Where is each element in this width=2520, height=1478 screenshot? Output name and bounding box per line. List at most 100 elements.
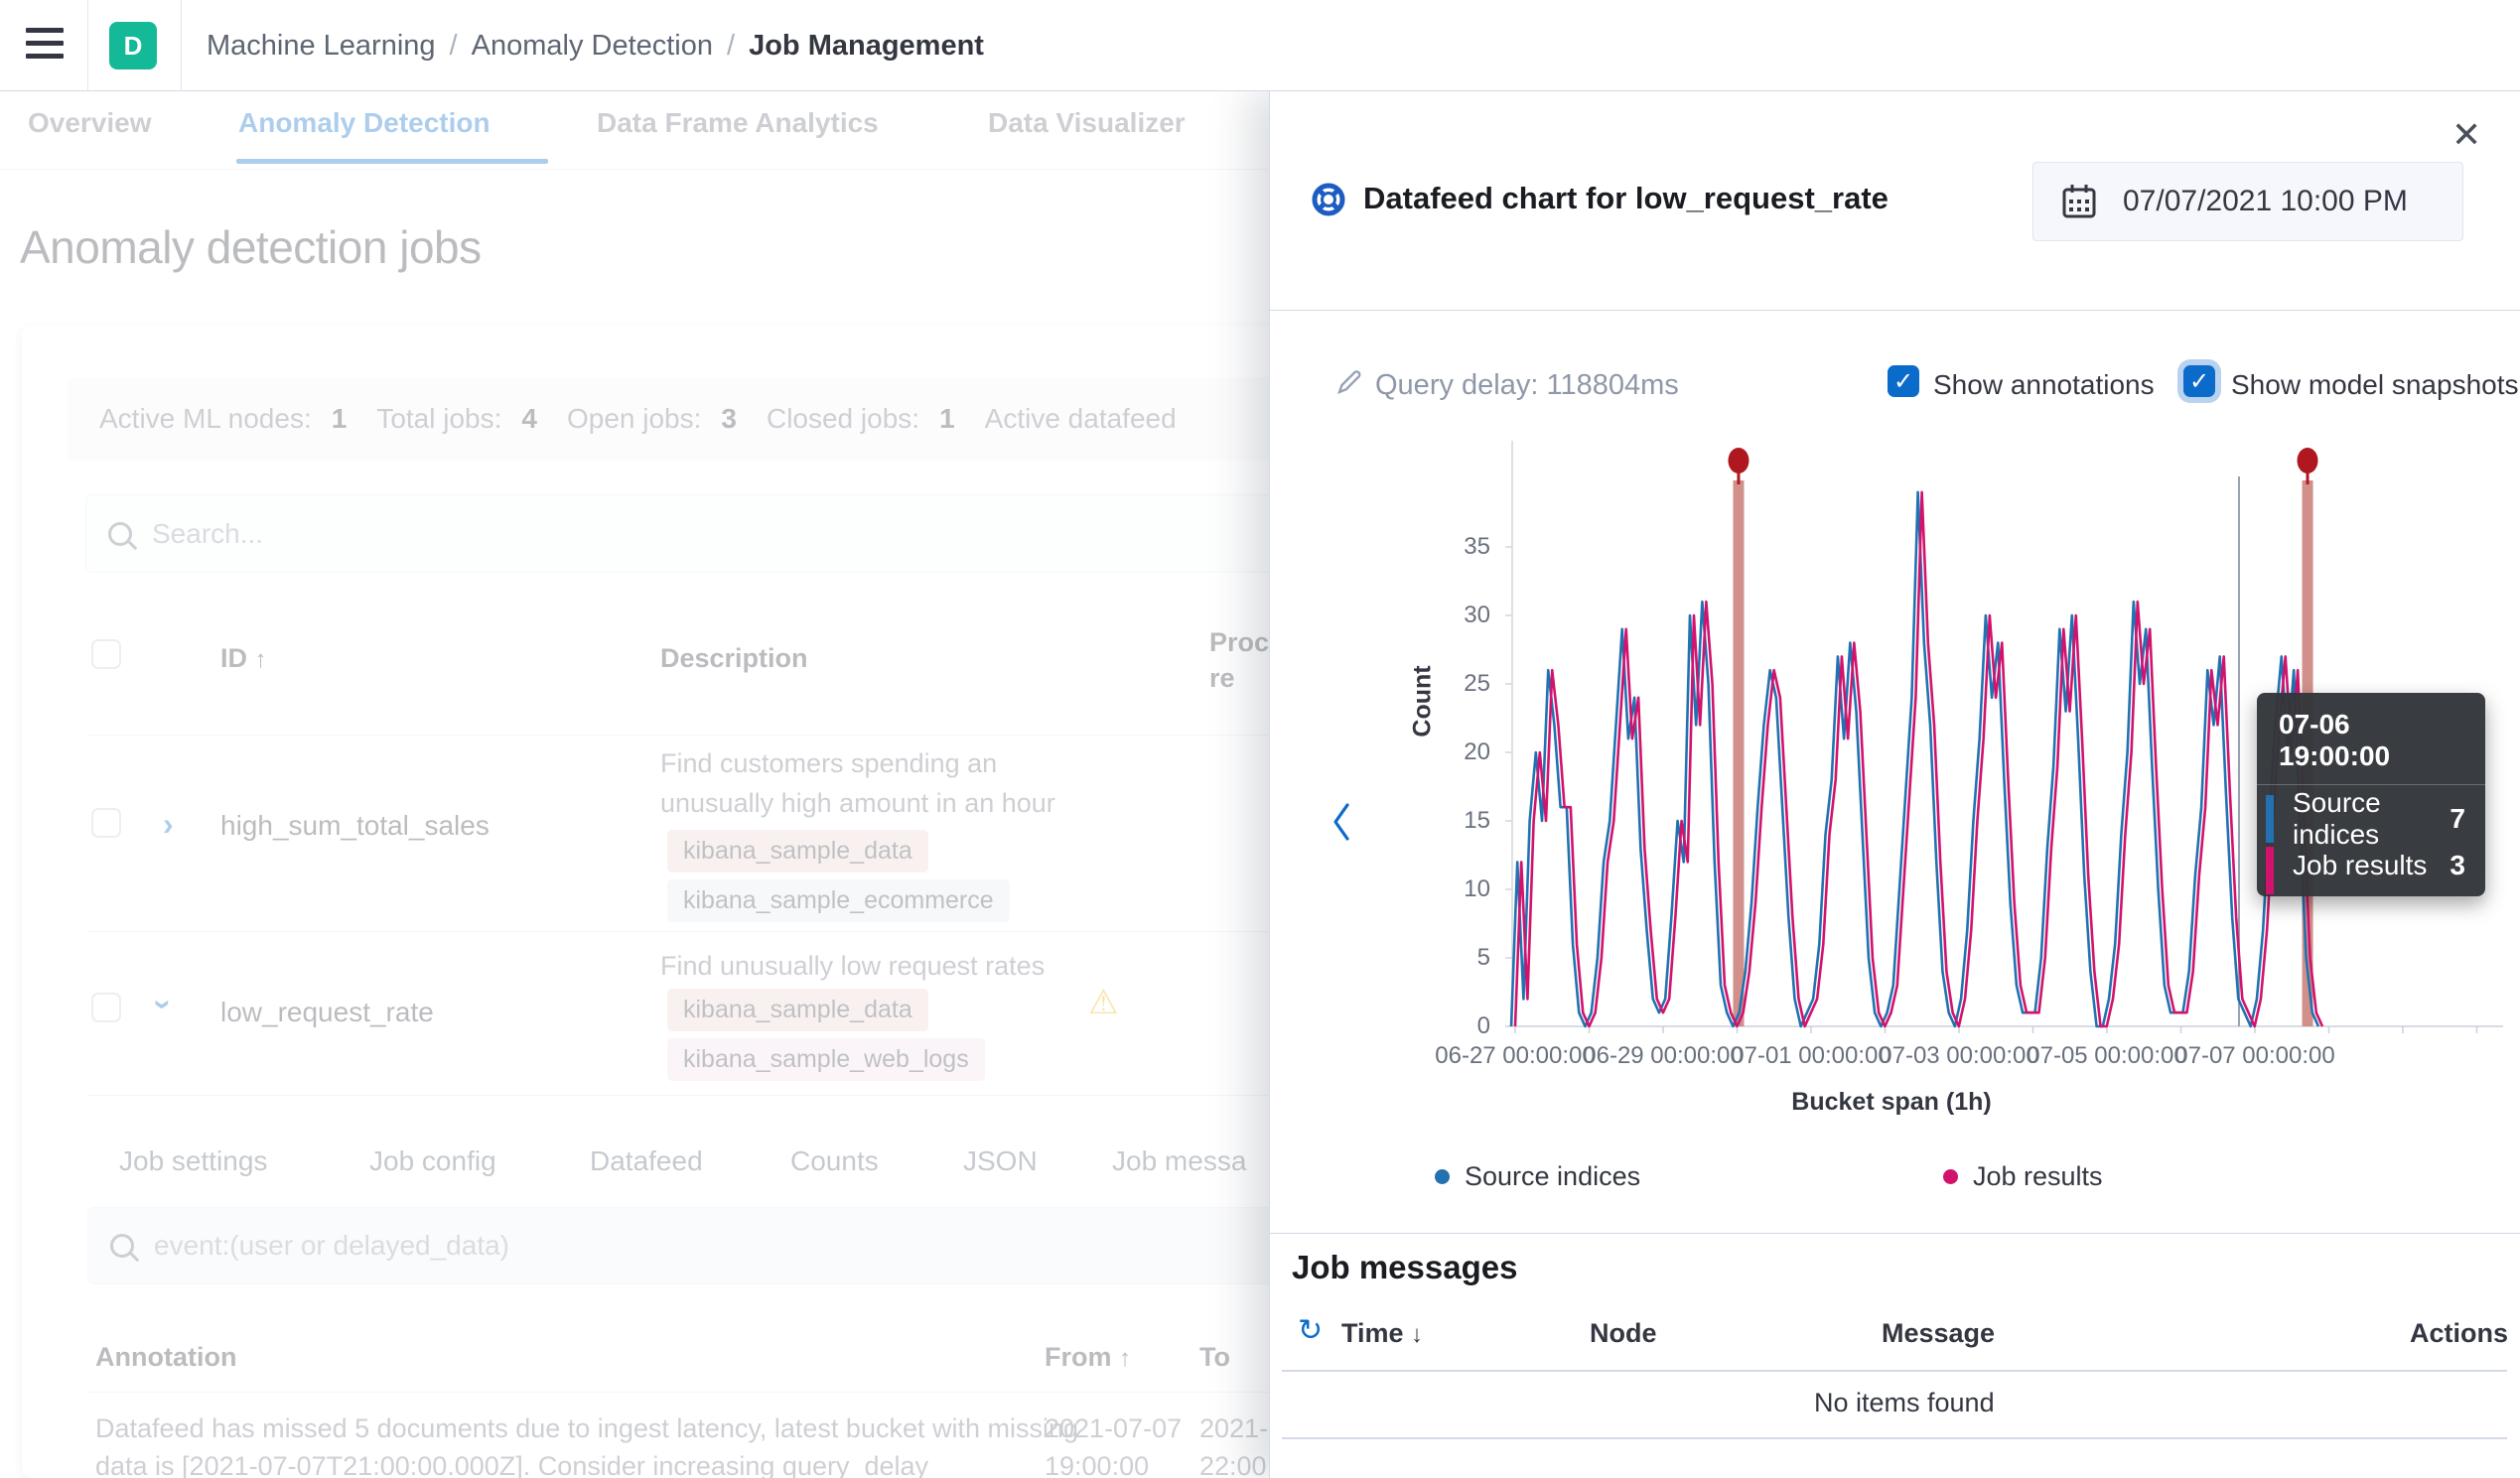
y-axis-tick-label: 20 [1431, 739, 1490, 766]
datafeed-chart-flyout: ✕ Datafeed chart for low_request_rate 07… [1269, 91, 2520, 1478]
column-header-id[interactable]: ID ↑ [220, 643, 267, 674]
collapse-row-icon[interactable]: › [148, 1000, 180, 1010]
detail-tab-json[interactable]: JSON [963, 1145, 1038, 1177]
stat-value: 4 [521, 403, 537, 435]
tab-anomaly-detection[interactable]: Anomaly Detection [238, 107, 490, 139]
legend-label-source-indices[interactable]: Source indices [1465, 1161, 1640, 1192]
calendar-icon [2061, 183, 2097, 220]
stat-value: 1 [939, 403, 955, 435]
column-header-time[interactable]: Time ↓ [1341, 1318, 1423, 1349]
detail-tab-job-messages[interactable]: Job messa [1112, 1145, 1246, 1177]
tab-overview[interactable]: Overview [28, 107, 152, 139]
series-color-bar [2266, 847, 2274, 894]
sort-asc-icon: ↑ [1119, 1345, 1131, 1372]
column-header-processed-2: re [1209, 663, 1235, 694]
top-header: D Machine Learning / Anomaly Detection /… [0, 0, 2520, 91]
y-axis-tick-label: 25 [1431, 670, 1490, 698]
breadcrumb: Machine Learning / Anomaly Detection / J… [207, 0, 984, 91]
tooltip-title: 07-06 19:00:00 [2257, 693, 2485, 784]
show-model-snapshots-label[interactable]: Show model snapshots [2231, 369, 2519, 401]
warning-icon: ⚠ [1088, 983, 1118, 1022]
tab-data-visualizer[interactable]: Data Visualizer [988, 107, 1186, 139]
breadcrumb-separator: / [727, 30, 735, 63]
close-icon[interactable]: ✕ [2451, 117, 2481, 153]
breadcrumb-separator: / [450, 30, 458, 63]
expand-row-icon[interactable]: › [163, 808, 174, 840]
active-tab-underline [236, 159, 548, 164]
y-axis-tick-label: 35 [1431, 533, 1490, 561]
tooltip-series-value: 7 [2450, 803, 2465, 835]
pencil-icon[interactable] [1335, 367, 1363, 395]
app-root: D Machine Learning / Anomaly Detection /… [0, 0, 2520, 1478]
breadcrumb-item[interactable]: Anomaly Detection [472, 30, 713, 63]
space-avatar[interactable]: D [109, 22, 157, 69]
job-id[interactable]: low_request_rate [220, 997, 434, 1028]
stat-label: Active datafeed [985, 403, 1177, 435]
index-badge: kibana_sample_ecommerce [667, 879, 1010, 922]
column-header-actions: Actions [2410, 1318, 2508, 1349]
flyout-title: Datafeed chart for low_request_rate [1363, 181, 1889, 216]
job-description-line: unusually high amount in an hour [660, 788, 1055, 819]
x-axis-tick-label: 07-07 00:00:00 [2156, 1042, 2354, 1070]
y-axis-tick-label: 10 [1431, 875, 1490, 903]
column-header-node[interactable]: Node [1590, 1318, 1657, 1349]
legend-label-job-results[interactable]: Job results [1973, 1161, 2103, 1192]
refresh-icon[interactable]: ↻ [1298, 1316, 1323, 1346]
show-annotations-label[interactable]: Show annotations [1933, 369, 2155, 401]
x-axis-title: Bucket span (1h) [1782, 1088, 2001, 1117]
page-title: Anomaly detection jobs [20, 220, 482, 274]
stat-label: Open jobs: [567, 403, 701, 435]
legend-dot-job-results [1943, 1169, 1958, 1184]
y-axis-tick-label: 30 [1431, 602, 1490, 629]
tooltip-series-label: Source indices [2293, 787, 2450, 851]
job-messages-heading: Job messages [1292, 1249, 1517, 1286]
row-checkbox[interactable] [91, 993, 121, 1022]
breadcrumb-current: Job Management [749, 30, 984, 63]
column-header-message[interactable]: Message [1882, 1318, 1995, 1349]
breadcrumb-item[interactable]: Machine Learning [207, 30, 436, 63]
column-header-from[interactable]: From ↑ [1045, 1342, 1131, 1373]
show-annotations-checkbox[interactable]: ✓ [1888, 365, 1919, 397]
index-badge: kibana_sample_data [667, 830, 928, 873]
row-checkbox[interactable] [91, 808, 121, 838]
column-header-annotation: Annotation [95, 1342, 236, 1373]
tooltip-series-label: Job results [2293, 850, 2427, 881]
detail-tab-datafeed[interactable]: Datafeed [590, 1145, 703, 1177]
select-all-checkbox[interactable] [91, 639, 121, 669]
show-model-snapshots-checkbox[interactable]: ✓ [2183, 365, 2215, 397]
tabs-bottom-border [0, 169, 1269, 170]
sort-asc-icon: ↑ [255, 646, 267, 673]
menu-icon[interactable] [26, 28, 66, 64]
search-icon [110, 1234, 134, 1258]
job-description-line: Find customers spending an [660, 748, 997, 779]
stat-label: Closed jobs: [767, 403, 919, 435]
table-divider [1282, 1437, 2507, 1439]
tooltip-row: Job results 3 [2257, 845, 2485, 896]
chart-tooltip: 07-06 19:00:00 Source indices 7 Job resu… [2257, 693, 2485, 896]
stat-label: Total jobs: [376, 403, 501, 435]
annotation-from-time: 19:00:00 [1045, 1451, 1149, 1478]
index-badge: kibana_sample_web_logs [667, 1038, 985, 1081]
y-axis-tick-label: 0 [1431, 1012, 1490, 1040]
table-divider [1282, 1370, 2507, 1372]
job-description-line: Find unusually low request rates [660, 951, 1045, 982]
search-icon [108, 522, 132, 546]
datepicker-value: 07/07/2021 10:00 PM [2123, 185, 2408, 218]
column-header-processed[interactable]: Proc [1209, 627, 1269, 658]
annotation-text-line: Datafeed has missed 5 documents due to i… [95, 1413, 1078, 1444]
chart-prev-icon[interactable] [1331, 800, 1351, 844]
column-header-to[interactable]: To [1199, 1342, 1230, 1373]
job-id[interactable]: high_sum_total_sales [220, 810, 490, 842]
column-header-description[interactable]: Description [660, 643, 808, 674]
series-color-bar [2266, 795, 2274, 843]
detail-tab-job-settings[interactable]: Job settings [119, 1145, 267, 1177]
header-divider [181, 0, 182, 91]
ml-job-icon [1310, 181, 1347, 218]
tab-data-frame-analytics[interactable]: Data Frame Analytics [597, 107, 879, 139]
y-axis-tick-label: 15 [1431, 807, 1490, 835]
detail-tab-counts[interactable]: Counts [790, 1145, 879, 1177]
detail-tab-job-config[interactable]: Job config [369, 1145, 496, 1177]
datepicker-field[interactable]: 07/07/2021 10:00 PM [2032, 162, 2463, 241]
annotation-from: 2021-07-07 [1045, 1413, 1182, 1444]
index-badge: kibana_sample_data [667, 989, 928, 1031]
